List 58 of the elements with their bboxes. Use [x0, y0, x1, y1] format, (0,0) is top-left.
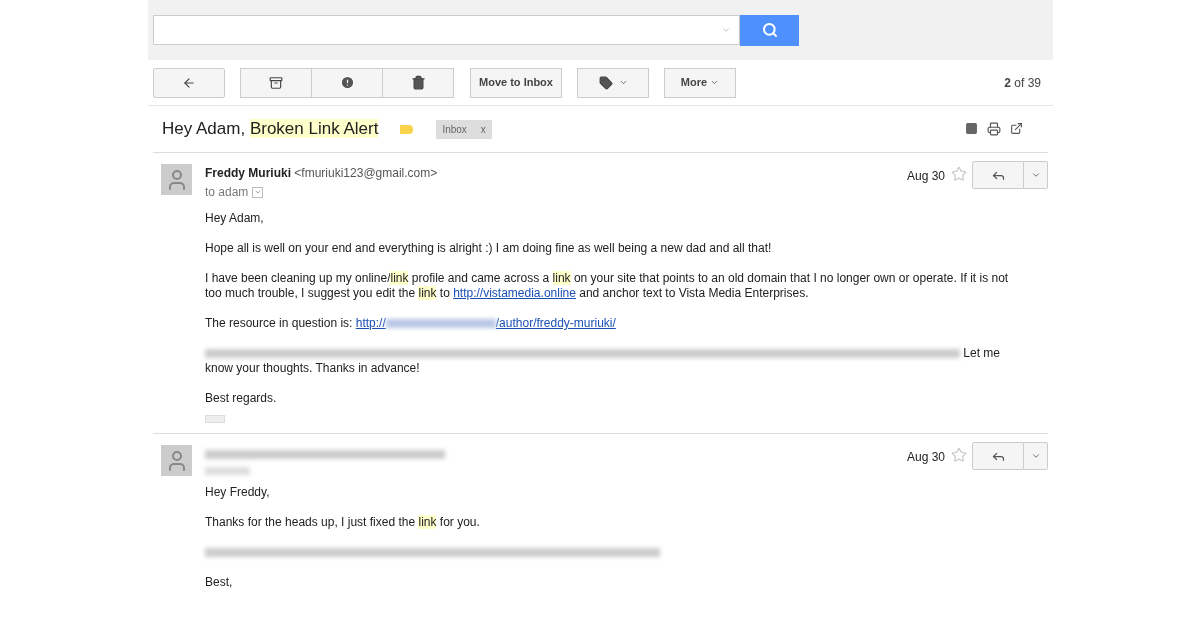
message-paragraph: Hope all is well on your end and everything is alright :) I am doing fine as well being a new dad and all that!	[205, 241, 772, 256]
star-icon[interactable]	[951, 447, 967, 463]
reply-button[interactable]	[972, 442, 1024, 470]
details-dropdown[interactable]	[252, 186, 264, 198]
labels-button[interactable]	[577, 67, 649, 98]
show-trimmed-button[interactable]	[205, 415, 225, 423]
caret-icon	[618, 78, 628, 87]
message-paragraph: Hey Adam,	[205, 211, 264, 226]
highlighted-word: link	[552, 271, 571, 285]
highlighted-word: Broken Link Alert	[249, 119, 379, 139]
message-paragraph: Hey Freddy,	[205, 485, 270, 500]
archive-icon	[269, 75, 283, 90]
delete-button[interactable]	[383, 67, 454, 98]
expand-icon[interactable]	[965, 122, 978, 135]
move-to-inbox-button[interactable]: Move to Inbox	[470, 67, 562, 98]
more-button[interactable]: More	[664, 67, 736, 98]
message-paragraph: Best,	[205, 575, 233, 590]
message-paragraph: Best regards.	[205, 391, 277, 406]
message-date: Aug 30	[906, 168, 945, 185]
highlighted-word: link	[418, 286, 437, 300]
more-options-button[interactable]	[1024, 161, 1048, 189]
spam-button[interactable]	[312, 67, 383, 98]
inbox-label[interactable]: Inbox x	[436, 119, 492, 139]
blurred-recipient	[205, 467, 250, 475]
search-button[interactable]	[740, 14, 799, 46]
message-paragraph: The resource in question is: http:// /author/freddy-muriuki/	[205, 316, 616, 331]
recipient-text: to adam	[205, 184, 249, 201]
sender-name: Freddy Muriuki	[205, 166, 291, 180]
star-icon[interactable]	[951, 166, 967, 182]
search-icon	[761, 22, 778, 38]
search-field[interactable]	[153, 15, 740, 45]
message-paragraph: Thanks for the heads up, I just fixed the link for you.	[205, 515, 480, 530]
more-options-button[interactable]	[1024, 442, 1048, 470]
trash-icon	[410, 75, 426, 90]
highlighted-word: link	[390, 271, 409, 285]
back-button[interactable]	[153, 67, 225, 98]
caret-icon	[1030, 170, 1041, 180]
url-link[interactable]: http://vistamedia.online	[453, 286, 576, 300]
reply-button[interactable]	[972, 161, 1024, 189]
tag-icon	[598, 75, 613, 90]
email-subject: Hey Adam, Broken Link Alert	[162, 118, 379, 141]
url-link[interactable]: http:// /author/freddy-muriuki/	[355, 316, 616, 330]
message-paragraph: Let me know your thoughts. Thanks in advance!	[205, 346, 1002, 376]
message-paragraph: I have been cleaning up my online/link profile and came across a link on your site that points to an old domain that I no longer own or operate. If it is not too much trouble, I suggest you edit the link to http://vistamedia.online and anchor text to Vista Media Enterprises.	[205, 271, 1010, 301]
back-arrow-icon	[182, 75, 196, 90]
sender-email: <fmuriuki123@gmail.com>	[294, 166, 438, 180]
new-window-icon[interactable]	[1010, 122, 1023, 135]
highlighted-word: link	[418, 515, 437, 529]
caret-icon	[253, 188, 262, 196]
page-counter: 2 of 39	[1004, 74, 1041, 92]
caret-icon	[1030, 451, 1041, 461]
caret-icon[interactable]	[721, 25, 731, 35]
archive-button[interactable]	[240, 67, 312, 98]
label-tag-icon	[400, 124, 414, 134]
message-date: Aug 30	[906, 449, 945, 466]
exclamation-icon	[339, 75, 355, 90]
print-icon[interactable]	[987, 122, 1001, 136]
caret-icon	[710, 78, 720, 87]
